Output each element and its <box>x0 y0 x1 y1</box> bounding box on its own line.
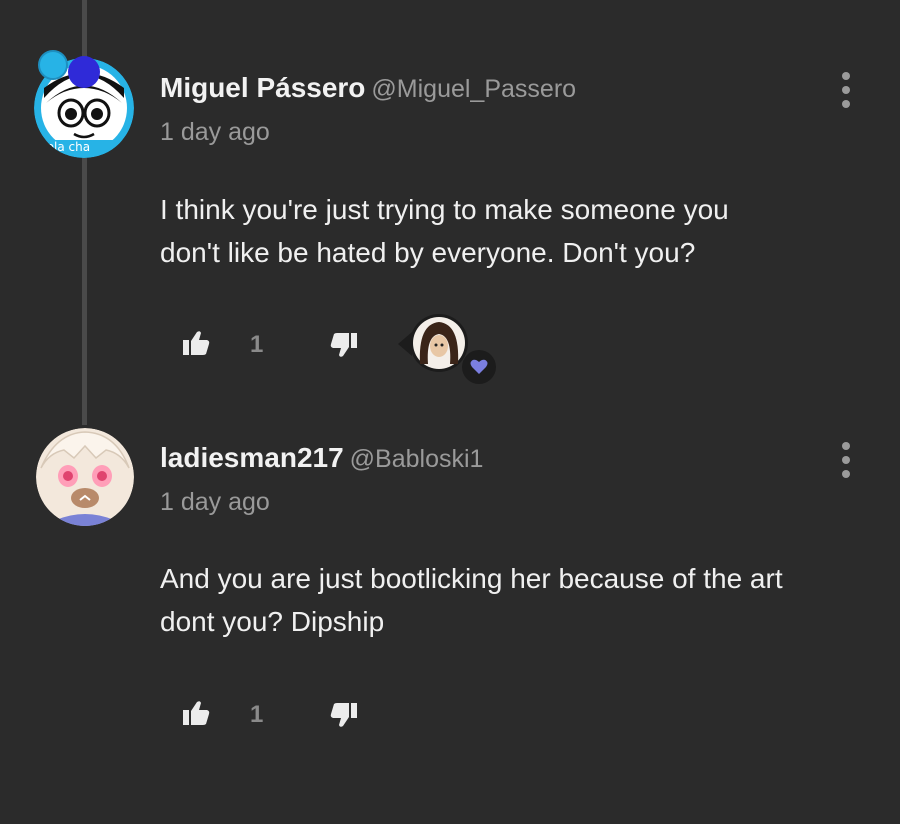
author-display-name[interactable]: ladiesman217 <box>160 442 344 473</box>
author-display-name[interactable]: Miguel Pássero <box>160 72 365 103</box>
dot-icon <box>842 72 850 80</box>
avatar-decoration-icon <box>68 56 100 88</box>
thumbs-down-icon[interactable] <box>330 332 358 358</box>
thumbs-up-icon[interactable] <box>182 330 210 356</box>
comment-text: I think you're just trying to make someo… <box>160 188 880 274</box>
author-handle[interactable]: @Babloski1 <box>350 445 484 473</box>
author-name[interactable]: ladiesman217 @Babloski1 <box>160 442 483 474</box>
author-name[interactable]: Miguel Pássero @Miguel_Passero <box>160 72 576 104</box>
more-options-button[interactable] <box>834 442 858 478</box>
thumbs-up-icon[interactable] <box>182 700 210 726</box>
dot-icon <box>842 470 850 478</box>
avatar-badge-text: tola cha <box>42 140 91 154</box>
comment-text-line: don't like be hated by everyone. Don't y… <box>160 237 696 268</box>
dot-icon <box>842 442 850 450</box>
dot-icon <box>842 86 850 94</box>
creator-avatar <box>410 314 468 372</box>
dot-icon <box>842 100 850 108</box>
comment-text-line: dont you? Dipship <box>160 606 385 637</box>
thumbs-down-icon[interactable] <box>330 702 358 728</box>
comment-timestamp: 1 day ago <box>160 118 270 146</box>
comment-timestamp: 1 day ago <box>160 488 270 516</box>
like-count: 1 <box>250 701 264 728</box>
creator-heart-badge <box>462 350 496 384</box>
like-count: 1 <box>250 331 264 358</box>
comment-text-line: I think you're just trying to make someo… <box>160 194 729 225</box>
avatar[interactable] <box>36 428 134 526</box>
comment-text: And you are just bootlicking her because… <box>160 557 880 643</box>
more-options-button[interactable] <box>834 72 858 108</box>
avatar-image <box>36 428 134 526</box>
comment-text-line: And you are just bootlicking her because… <box>160 563 783 594</box>
avatar-decoration-icon <box>38 50 68 80</box>
heart-icon <box>470 359 488 374</box>
author-handle[interactable]: @Miguel_Passero <box>371 75 576 103</box>
creator-avatar-image <box>413 317 465 369</box>
dot-icon <box>842 456 850 464</box>
